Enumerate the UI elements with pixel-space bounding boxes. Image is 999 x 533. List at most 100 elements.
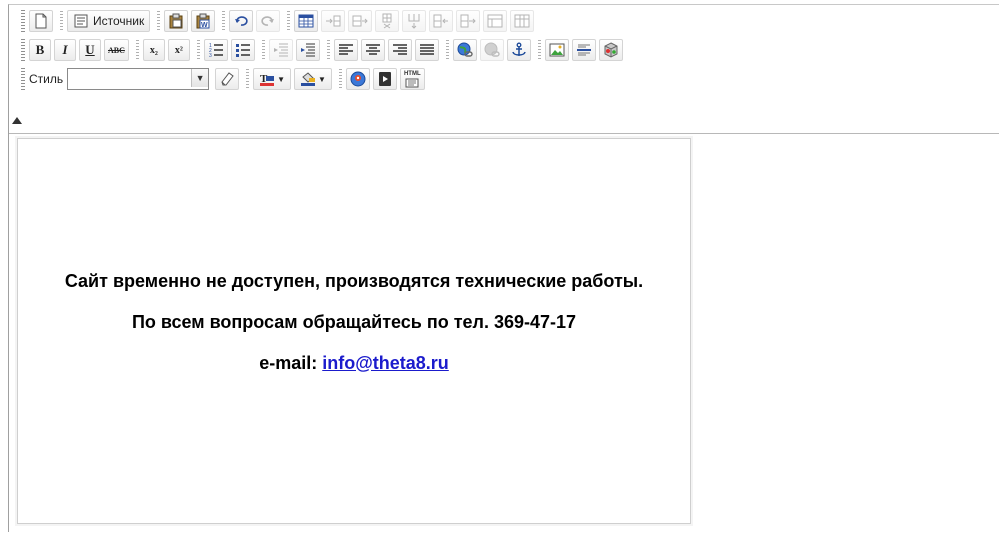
new-page-icon (35, 13, 47, 29)
row-delete-icon (382, 13, 392, 29)
align-left-button[interactable] (333, 39, 358, 61)
source-button-label: Источник (93, 14, 145, 28)
paste-from-word-button[interactable]: W (191, 10, 216, 32)
bulleted-list-icon (235, 44, 250, 57)
align-right-button[interactable] (387, 39, 412, 61)
delete-rows-button[interactable] (375, 10, 400, 32)
insert-row-before-button[interactable] (321, 10, 346, 32)
toolbar-separator (338, 69, 342, 89)
source-button[interactable]: Источник (67, 10, 151, 32)
toolbar-separator (287, 11, 291, 31)
map-pin-icon (350, 71, 366, 87)
redo-button[interactable] (256, 10, 281, 32)
underline-icon: U (85, 42, 95, 57)
justify-button[interactable] (414, 39, 439, 61)
cell-insert-icon (433, 14, 449, 28)
link-globe-icon (457, 42, 473, 57)
insert-column-button[interactable] (402, 10, 427, 32)
toolbar-row-2: B I U ABC x₂ x² 123 (9, 36, 626, 64)
column-insert-icon (408, 14, 420, 29)
image-button[interactable] (544, 39, 569, 61)
anchor-button[interactable] (506, 39, 531, 61)
unlink-globe-icon (484, 42, 500, 57)
superscript-button[interactable]: x² (167, 39, 190, 61)
cube-icon (604, 42, 618, 58)
undo-button[interactable] (229, 10, 254, 32)
paste-button[interactable] (164, 10, 189, 32)
editor-content-area[interactable]: Сайт временно не доступен, производятся … (9, 134, 999, 532)
remove-format-button[interactable] (215, 68, 240, 90)
strikethrough-button[interactable]: ABC (104, 39, 129, 61)
rich-text-editor: Источник W B I U ABC x₂ x² 1 2 3 Стиль ▼… (8, 4, 999, 532)
insert-row-after-button[interactable] (348, 10, 373, 32)
chevron-down-icon: ▼ (277, 74, 286, 84)
toolbar-grip[interactable] (21, 68, 25, 90)
bold-button[interactable]: B (29, 39, 51, 61)
toolbar-grip[interactable] (21, 10, 25, 32)
toolbar-separator (246, 69, 250, 89)
align-center-icon (365, 44, 380, 55)
indent-button[interactable] (295, 39, 320, 61)
table-button[interactable] (294, 10, 319, 32)
email-label: e-mail: (259, 352, 323, 373)
italic-icon: I (62, 42, 68, 57)
horizontal-rule-button[interactable] (571, 39, 596, 61)
superscript-icon: x² (174, 44, 183, 56)
anchor-icon (512, 42, 526, 56)
redo-icon (261, 16, 275, 26)
style-combo-label: Стиль (29, 72, 64, 86)
numbered-list-icon: 123 (209, 43, 223, 58)
editor-toolbar: Источник W B I U ABC x₂ x² 1 2 3 Стиль ▼… (9, 5, 999, 134)
toolbar-grip[interactable] (21, 39, 25, 61)
link-button[interactable] (452, 39, 477, 61)
numbered-list-button[interactable]: 123 (203, 39, 228, 61)
row-append-icon (352, 15, 368, 27)
html-snippet-button[interactable]: HTML (399, 68, 425, 90)
italic-button[interactable]: I (54, 39, 76, 61)
toolbar-separator (135, 40, 139, 60)
content-page[interactable]: Сайт временно не доступен, производятся … (17, 138, 691, 524)
toolbar-separator (222, 11, 226, 31)
subscript-button[interactable]: x₂ (142, 39, 165, 61)
merge-cells-button[interactable] (483, 10, 508, 32)
insert-cell-after-button[interactable] (456, 10, 481, 32)
video-button[interactable] (372, 68, 397, 90)
toolbar-separator (537, 40, 541, 60)
align-center-button[interactable] (360, 39, 385, 61)
new-page-button[interactable] (29, 10, 53, 32)
insert-cell-before-button[interactable] (429, 10, 454, 32)
map-button[interactable] (345, 68, 370, 90)
html-doc-glyph (405, 78, 419, 87)
toolbar-separator (261, 40, 265, 60)
background-color-button[interactable]: ▼ (294, 68, 332, 90)
text-color-button[interactable]: T ▼ (253, 68, 292, 90)
indent-icon (300, 43, 315, 57)
paint-bucket-icon (301, 72, 316, 86)
outdent-button[interactable] (268, 39, 293, 61)
paste-icon (169, 13, 183, 29)
bold-icon: B (35, 42, 45, 57)
justify-icon (419, 44, 434, 55)
align-left-icon (338, 44, 353, 55)
style-select[interactable]: ▼ (67, 68, 210, 90)
row-insert-icon (326, 15, 341, 27)
chevron-down-icon[interactable]: ▼ (191, 69, 209, 87)
toolbar-separator (60, 11, 63, 31)
underline-button[interactable]: U (79, 39, 101, 61)
bulleted-list-button[interactable] (230, 39, 255, 61)
collapse-toolbar-icon[interactable] (12, 117, 22, 124)
contact-email-line: e-mail: info@theta8.ru (259, 352, 449, 375)
cell-append-icon (460, 14, 476, 28)
media-icon (378, 72, 391, 86)
eraser-icon (221, 72, 234, 86)
email-link[interactable]: info@theta8.ru (322, 353, 449, 373)
toolbar-separator (326, 40, 330, 60)
split-cells-button[interactable] (510, 10, 535, 32)
unlink-button[interactable] (479, 39, 504, 61)
toolbar-row-3: Стиль ▼ T ▼ ▼ HTML (9, 65, 428, 93)
strikethrough-icon: ABC (108, 45, 125, 55)
outdent-icon (273, 43, 288, 57)
flash-object-button[interactable] (598, 39, 623, 61)
toolbar-separator (196, 40, 200, 60)
image-icon (549, 43, 565, 57)
